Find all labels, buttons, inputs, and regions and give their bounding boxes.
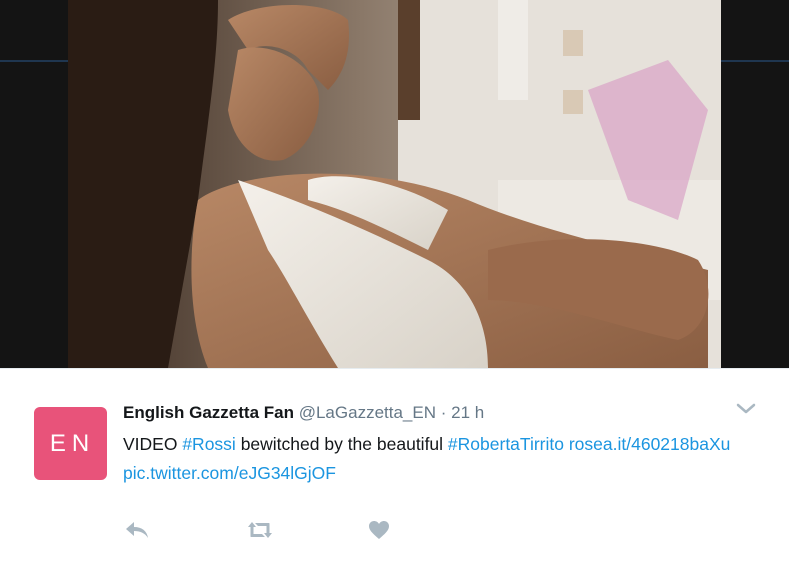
backdrop-header-bar-right <box>721 60 789 62</box>
avatar[interactable]: EN <box>34 407 107 480</box>
retweet-icon[interactable] <box>244 519 276 541</box>
chevron-down-icon[interactable] <box>736 402 756 416</box>
heart-icon[interactable] <box>367 519 391 541</box>
display-name[interactable]: English Gazzetta Fan <box>123 403 294 422</box>
photo-image <box>68 0 721 368</box>
separator-dot: · <box>440 403 447 422</box>
timestamp[interactable]: 21 h <box>451 403 484 422</box>
avatar-initials: EN <box>49 429 96 457</box>
tweet-text-middle: bewitched by the beautiful <box>235 434 448 454</box>
link-pic-twitter[interactable]: pic.twitter.com/eJG34lGjOF <box>123 463 336 483</box>
tweet-text: VIDEO #Rossi bewitched by the beautiful … <box>123 430 743 488</box>
user-handle[interactable]: @LaGazzetta_EN <box>299 403 436 422</box>
link-rosea[interactable]: rosea.it/460218baXu <box>569 434 731 454</box>
hashtag-robertatirrito[interactable]: #RobertaTirrito <box>448 434 564 454</box>
reply-icon[interactable] <box>123 519 151 541</box>
hashtag-rossi[interactable]: #Rossi <box>182 434 236 454</box>
backdrop-header-bar <box>0 60 68 62</box>
tweet-text-prefix: VIDEO <box>123 434 183 454</box>
tweet-card: EN English Gazzetta Fan @LaGazzetta_EN ·… <box>0 368 789 566</box>
tweet-header: English Gazzetta Fan @LaGazzetta_EN · 21… <box>123 402 484 424</box>
tweet-photo[interactable] <box>68 0 721 368</box>
